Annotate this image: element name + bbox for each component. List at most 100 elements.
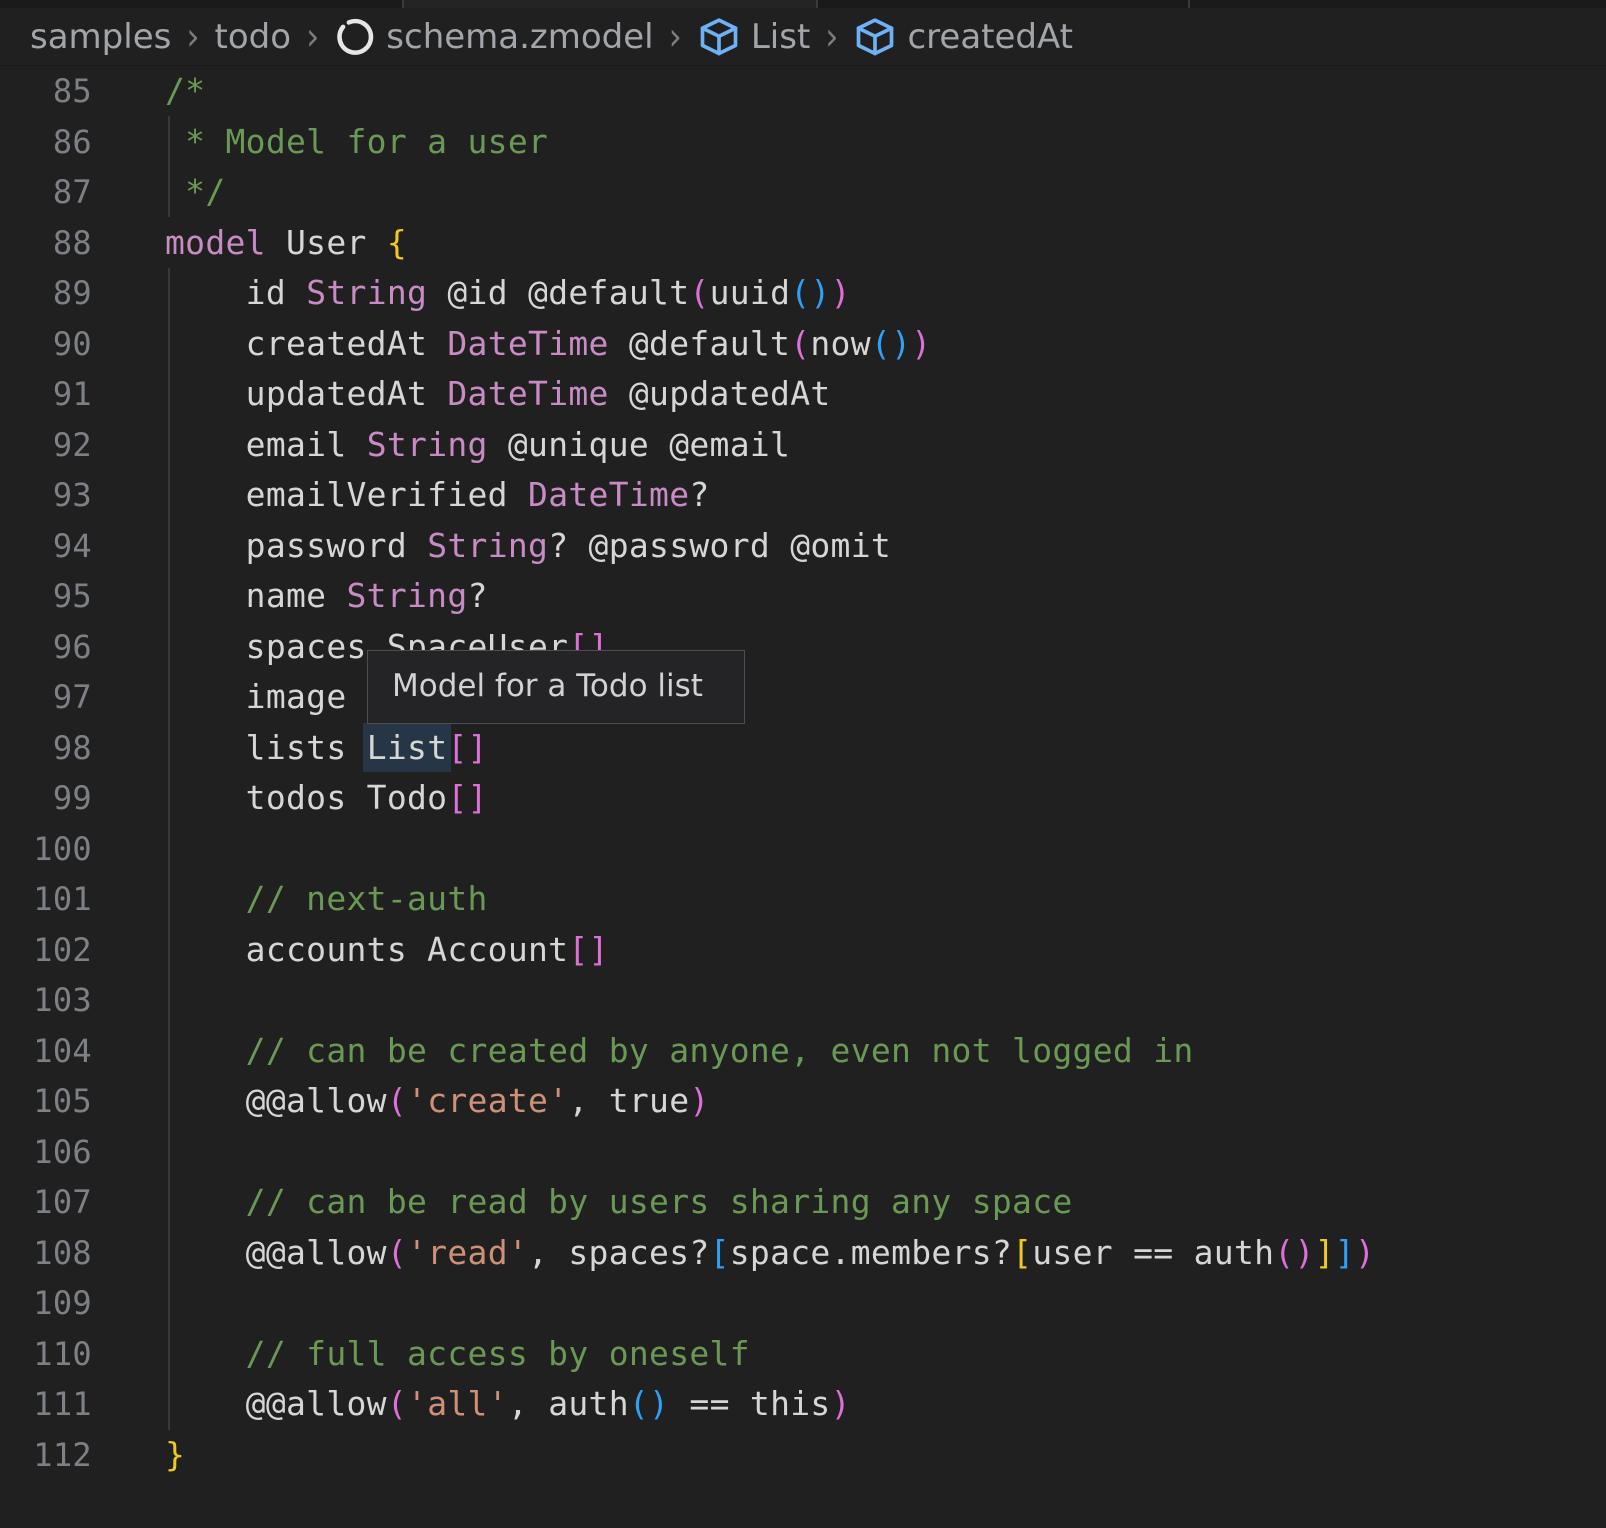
code-line-94[interactable]: 94 password String? @password @omit bbox=[0, 521, 1606, 572]
line-number[interactable]: 96 bbox=[0, 622, 92, 673]
code-text[interactable] bbox=[92, 824, 165, 875]
line-number[interactable]: 88 bbox=[0, 218, 92, 269]
line-number[interactable]: 91 bbox=[0, 369, 92, 420]
code-text[interactable] bbox=[92, 1127, 165, 1178]
line-number[interactable]: 90 bbox=[0, 319, 92, 370]
code-line-103[interactable]: 103 bbox=[0, 975, 1606, 1026]
code-line-102[interactable]: 102 accounts Account[] bbox=[0, 925, 1606, 976]
code-line-109[interactable]: 109 bbox=[0, 1278, 1606, 1329]
line-number[interactable]: 94 bbox=[0, 521, 92, 572]
code-text[interactable]: todos Todo[] bbox=[92, 773, 488, 824]
code-token: [ bbox=[710, 1233, 730, 1272]
line-number[interactable]: 110 bbox=[0, 1329, 92, 1380]
breadcrumb-item-todo[interactable]: todo bbox=[215, 17, 292, 57]
code-text[interactable]: * Model for a user bbox=[92, 117, 548, 168]
code-token: ( bbox=[689, 273, 709, 312]
line-number[interactable]: 95 bbox=[0, 571, 92, 622]
code-line-104[interactable]: 104 // can be created by anyone, even no… bbox=[0, 1026, 1606, 1077]
code-line-90[interactable]: 90 createdAt DateTime @default(now()) bbox=[0, 319, 1606, 370]
code-text[interactable]: image bbox=[92, 672, 347, 723]
code-line-107[interactable]: 107 // can be read by users sharing any … bbox=[0, 1177, 1606, 1228]
code-text[interactable]: // can be created by anyone, even not lo… bbox=[92, 1026, 1194, 1077]
code-line-98[interactable]: 98 lists List[] bbox=[0, 723, 1606, 774]
code-token: @default bbox=[609, 324, 791, 363]
code-line-92[interactable]: 92 email String @unique @email bbox=[0, 420, 1606, 471]
code-text[interactable] bbox=[92, 975, 165, 1026]
code-text[interactable]: /* bbox=[92, 66, 205, 117]
code-line-85[interactable]: 85/* bbox=[0, 66, 1606, 117]
code-text[interactable]: email String @unique @email bbox=[92, 420, 790, 471]
code-text[interactable]: createdAt DateTime @default(now()) bbox=[92, 319, 931, 370]
code-line-105[interactable]: 105 @@allow('create', true) bbox=[0, 1076, 1606, 1127]
line-number[interactable]: 99 bbox=[0, 773, 92, 824]
breadcrumb-separator-icon: › bbox=[669, 14, 682, 59]
code-text[interactable]: */ bbox=[92, 167, 226, 218]
line-number[interactable]: 100 bbox=[0, 824, 92, 875]
indent-guide bbox=[168, 268, 170, 1430]
code-line-110[interactable]: 110 // full access by oneself bbox=[0, 1329, 1606, 1380]
code-text[interactable]: // full access by oneself bbox=[92, 1329, 750, 1380]
code-text[interactable]: emailVerified DateTime? bbox=[92, 470, 710, 521]
line-number[interactable]: 101 bbox=[0, 874, 92, 925]
code-text[interactable]: password String? @password @omit bbox=[92, 521, 891, 572]
line-number[interactable]: 111 bbox=[0, 1379, 92, 1430]
code-text[interactable]: @@allow('read', spaces?[space.members?[u… bbox=[92, 1228, 1375, 1279]
code-line-96[interactable]: 96 spaces SpaceUser[] bbox=[0, 622, 1606, 673]
line-number[interactable]: 97 bbox=[0, 672, 92, 723]
code-token: ? bbox=[468, 576, 488, 615]
code-text[interactable]: // next-auth bbox=[92, 874, 488, 925]
line-number[interactable]: 86 bbox=[0, 117, 92, 168]
code-text[interactable] bbox=[92, 1278, 165, 1329]
line-number[interactable]: 98 bbox=[0, 723, 92, 774]
code-line-95[interactable]: 95 name String? bbox=[0, 571, 1606, 622]
code-line-88[interactable]: 88model User { bbox=[0, 218, 1606, 269]
code-token: [] bbox=[568, 930, 608, 969]
code-text[interactable]: updatedAt DateTime @updatedAt bbox=[92, 369, 831, 420]
line-number[interactable]: 112 bbox=[0, 1430, 92, 1481]
code-line-106[interactable]: 106 bbox=[0, 1127, 1606, 1178]
line-number[interactable]: 102 bbox=[0, 925, 92, 976]
code-text[interactable]: @@allow('create', true) bbox=[92, 1076, 710, 1127]
code-line-100[interactable]: 100 bbox=[0, 824, 1606, 875]
line-number[interactable]: 109 bbox=[0, 1278, 92, 1329]
code-line-91[interactable]: 91 updatedAt DateTime @updatedAt bbox=[0, 369, 1606, 420]
code-line-87[interactable]: 87 */ bbox=[0, 167, 1606, 218]
line-number[interactable]: 87 bbox=[0, 167, 92, 218]
code-text[interactable]: model User { bbox=[92, 218, 407, 269]
line-number[interactable]: 108 bbox=[0, 1228, 92, 1279]
breadcrumb-item-samples[interactable]: samples bbox=[30, 17, 171, 57]
code-line-101[interactable]: 101 // next-auth bbox=[0, 874, 1606, 925]
code-line-111[interactable]: 111 @@allow('all', auth() == this) bbox=[0, 1379, 1606, 1430]
code-text[interactable]: } bbox=[92, 1430, 185, 1481]
code-token: ? @password @omit bbox=[548, 526, 891, 565]
line-number[interactable]: 92 bbox=[0, 420, 92, 471]
line-number[interactable]: 85 bbox=[0, 66, 92, 117]
code-text[interactable]: // can be read by users sharing any spac… bbox=[92, 1177, 1073, 1228]
code-token: @@allow bbox=[165, 1081, 387, 1120]
line-number[interactable]: 103 bbox=[0, 975, 92, 1026]
line-number[interactable]: 106 bbox=[0, 1127, 92, 1178]
code-token: DateTime bbox=[528, 475, 689, 514]
breadcrumb-item-createdat[interactable]: createdAt bbox=[853, 15, 1073, 59]
highlighted-word[interactable]: List bbox=[363, 723, 452, 772]
code-text[interactable]: id String @id @default(uuid()) bbox=[92, 268, 851, 319]
breadcrumb-item-schema-zmodel[interactable]: schema.zmodel bbox=[334, 16, 653, 58]
line-number[interactable]: 104 bbox=[0, 1026, 92, 1077]
code-line-86[interactable]: 86 * Model for a user bbox=[0, 117, 1606, 168]
code-line-93[interactable]: 93 emailVerified DateTime? bbox=[0, 470, 1606, 521]
line-number[interactable]: 93 bbox=[0, 470, 92, 521]
code-line-99[interactable]: 99 todos Todo[] bbox=[0, 773, 1606, 824]
code-token: () bbox=[790, 273, 830, 312]
code-line-89[interactable]: 89 id String @id @default(uuid()) bbox=[0, 268, 1606, 319]
line-number[interactable]: 107 bbox=[0, 1177, 92, 1228]
code-line-97[interactable]: 97 image bbox=[0, 672, 1606, 723]
line-number[interactable]: 105 bbox=[0, 1076, 92, 1127]
code-text[interactable]: @@allow('all', auth() == this) bbox=[92, 1379, 851, 1430]
code-text[interactable]: name String? bbox=[92, 571, 488, 622]
code-text[interactable]: lists List[] bbox=[92, 723, 488, 774]
code-token: , true bbox=[568, 1081, 689, 1120]
line-number[interactable]: 89 bbox=[0, 268, 92, 319]
breadcrumb-item-list[interactable]: List bbox=[697, 15, 810, 59]
code-line-112[interactable]: 112} bbox=[0, 1430, 1606, 1481]
code-line-108[interactable]: 108 @@allow('read', spaces?[space.member… bbox=[0, 1228, 1606, 1279]
